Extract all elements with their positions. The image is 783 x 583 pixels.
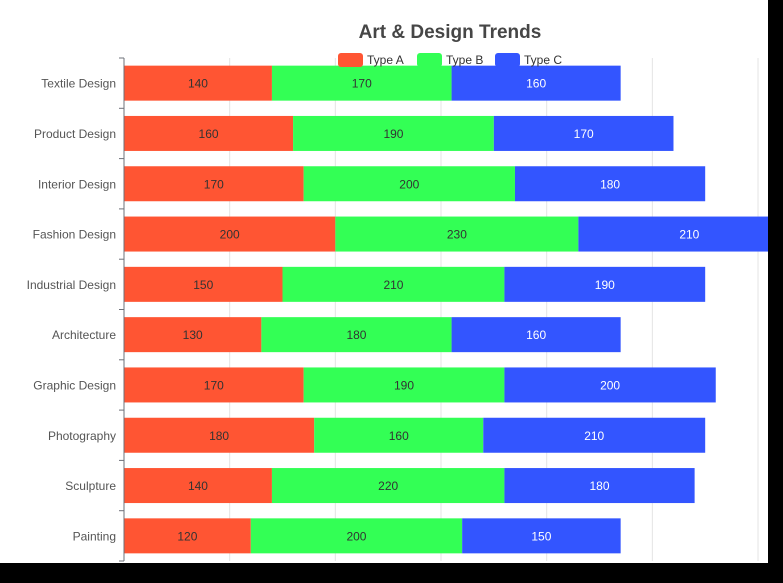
data-label: 160	[389, 429, 409, 443]
data-label: 150	[531, 529, 551, 543]
data-label: 180	[209, 429, 229, 443]
data-label: 190	[394, 378, 414, 392]
data-label: 160	[526, 77, 546, 91]
legend-label[interactable]: Type A	[367, 53, 404, 67]
legend-swatch[interactable]	[338, 53, 363, 67]
data-label: 200	[600, 378, 620, 392]
data-label: 160	[526, 328, 546, 342]
y-tick-label: Textile Design	[41, 77, 116, 91]
data-label: 150	[193, 278, 213, 292]
legend-label[interactable]: Type B	[446, 53, 483, 67]
data-label: 140	[188, 77, 208, 91]
data-label: 200	[399, 177, 419, 191]
chart-title: Art & Design Trends	[359, 22, 542, 43]
data-label: 160	[199, 127, 219, 141]
y-tick-label: Photography	[48, 429, 116, 443]
data-label: 180	[600, 177, 620, 191]
data-label: 180	[589, 479, 609, 493]
legend-swatch[interactable]	[495, 53, 520, 67]
data-label: 230	[447, 228, 467, 242]
data-label: 180	[346, 328, 366, 342]
stacked-bar-chart: Art & Design Trends 140 170 160 160 190 170 17…	[27, 22, 783, 562]
bars	[124, 65, 783, 554]
data-label: 170	[204, 378, 224, 392]
data-label: 120	[177, 529, 197, 543]
data-label: 210	[383, 278, 403, 292]
chart-canvas: Art & Design Trends 140 170 160 160 190 170 17…	[0, 0, 783, 563]
y-tick-label: Sculpture	[65, 479, 116, 493]
data-label: 190	[383, 127, 403, 141]
bar[interactable]	[578, 216, 783, 252]
y-tick-label: Interior Design	[38, 177, 116, 191]
legend-label[interactable]: Type C	[524, 53, 562, 67]
data-label: 210	[679, 228, 699, 242]
chart-stage: Art & Design Trends 140 170 160 160 190 170 17…	[0, 0, 783, 583]
y-tick-label: Industrial Design	[27, 278, 116, 292]
legend-swatch[interactable]	[417, 53, 442, 67]
data-label: 190	[595, 278, 615, 292]
legend[interactable]: Type A Type B Type C	[338, 53, 562, 67]
data-label: 170	[574, 127, 594, 141]
y-tick-label: Fashion Design	[33, 228, 116, 242]
data-label: 220	[378, 479, 398, 493]
data-label: 200	[220, 228, 240, 242]
y-tick-label: Architecture	[52, 328, 116, 342]
data-label: 200	[346, 529, 366, 543]
data-label: 210	[584, 429, 604, 443]
y-tick-label: Product Design	[34, 127, 116, 141]
data-label: 140	[188, 479, 208, 493]
data-label: 170	[352, 77, 372, 91]
y-axis: Textile Design Product Design Interior Des…	[27, 57, 125, 562]
data-label: 130	[183, 328, 203, 342]
y-tick-label: Graphic Design	[33, 378, 116, 392]
y-tick-label: Painting	[73, 529, 116, 543]
data-label: 170	[204, 177, 224, 191]
